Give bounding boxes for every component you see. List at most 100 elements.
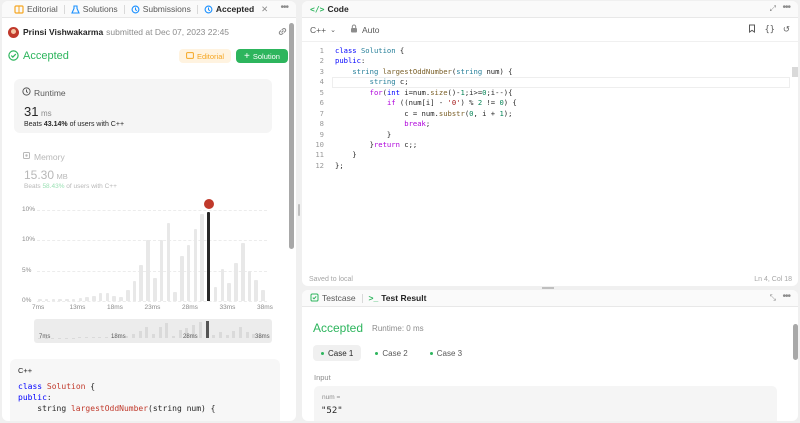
code-line[interactable]: 9 } [302,130,798,140]
chart-bar[interactable] [153,278,157,301]
username[interactable]: Prinsi Vishwakarma [23,27,103,37]
chart-bar[interactable] [213,287,218,301]
chart-bar[interactable] [220,269,225,301]
editorial-button[interactable]: Editorial [179,49,231,63]
code-text: class Solution { [335,46,405,55]
chart-bar[interactable] [173,291,177,301]
chart-bar[interactable] [159,240,164,301]
chart-bar[interactable] [71,298,76,301]
code-text: string largestOddNumber(string num) { [352,66,513,76]
chart-bar[interactable] [180,255,184,301]
tab-submissions[interactable]: Submissions [125,1,197,17]
chart-bar[interactable] [227,282,231,301]
chart-bar[interactable] [51,299,56,301]
chart-bar[interactable] [92,295,96,301]
case-tab-1[interactable]: Case 1 [313,345,362,361]
tab-code[interactable]: </> Code [308,1,355,17]
tab-label: Accepted [215,4,255,14]
tab-testcase[interactable]: Testcase [308,290,362,306]
chart-bar[interactable] [247,270,252,301]
code-line[interactable]: 12}; [302,161,798,171]
more-icon[interactable]: ••• [280,2,288,13]
chart-bar[interactable] [132,281,137,301]
chart-bar[interactable] [254,279,259,301]
memory-section[interactable]: Memory 15.30 MB Beats 58.43% of users wi… [14,146,272,191]
chart-bar[interactable] [78,297,83,301]
code-line[interactable]: 11 } [302,150,798,160]
more-icon[interactable]: ••• [782,2,790,13]
tab-accepted[interactable]: Accepted ✕ [198,1,274,17]
range-slider[interactable]: 7ms 18ms 28ms 38ms [34,319,272,343]
code-line[interactable]: 3 string largestOddNumber(string num) { [302,67,798,77]
chart-bar[interactable] [105,293,110,301]
line-number: 3 [319,66,324,76]
status-row: Accepted Editorial + Solution [8,48,288,64]
gridline [37,301,267,302]
line-number: 12 [315,160,324,170]
code-line[interactable]: 8 break; [302,119,798,129]
more-icon[interactable]: ••• [782,291,790,302]
code-line[interactable]: 6 if ((num[i] - '0') % 2 != 0) { [302,98,798,108]
history-icon [204,5,213,14]
chart-bar[interactable] [58,299,62,301]
case-tab-3[interactable]: Case 3 [422,345,470,361]
chart-bar[interactable] [119,297,123,301]
collapse-icon[interactable]: ⤡ [770,293,776,303]
chart-bar[interactable] [125,289,130,301]
language-select[interactable]: C++ ⌄ [310,25,336,35]
close-icon[interactable]: ✕ [261,4,268,15]
code-line[interactable]: 2 public: [302,56,798,66]
code-line[interactable]: 5 for(int i=num.size()-1;i>=0;i--){ [302,88,798,98]
code-panel: </> Code ⤢ ••• C++ ⌄ Auto {} ↺ 1 class Sol… [302,1,798,286]
line-number: 5 [319,87,324,97]
vertical-splitter[interactable] [297,190,301,230]
chart-bar[interactable] [139,265,144,301]
chart-bar[interactable] [85,297,89,301]
checkbox-icon [310,293,319,304]
code-line[interactable]: 10 }return c;; [302,140,798,150]
chart-bar[interactable] [234,263,238,301]
chart-bar[interactable] [65,298,69,301]
input-label: Input [314,373,331,382]
code-text: for(int i=num.size()-1;i>=0;i--){ [369,87,513,97]
tab-test-result[interactable]: >_ Test Result [363,290,433,306]
runtime-card[interactable]: Runtime 31 ms Beats 43.14% of users with… [14,79,272,133]
tab-solutions[interactable]: Solutions [65,1,124,17]
reset-icon[interactable]: ↺ [783,24,790,35]
braces-icon[interactable]: {} [765,25,775,35]
current-line-highlight [332,77,790,88]
bookmark-icon[interactable] [748,24,756,35]
chart-bar[interactable] [112,295,116,301]
input-box[interactable]: num = "52" [314,386,777,421]
code-text: }return c;; [335,139,418,149]
scrollbar[interactable] [289,23,294,249]
chart-bar[interactable] [98,293,103,301]
case-tab-2[interactable]: Case 2 [367,345,415,361]
editor-scrollbar[interactable] [792,67,798,77]
line-number: 9 [319,129,324,139]
chart-bar[interactable] [186,244,191,301]
chart-bar[interactable] [166,222,171,301]
code-editor[interactable]: 1 class Solution {2 public: 3 string larges… [302,44,798,270]
code-line[interactable]: 7 c = num.substr(0, i + 1); [302,109,798,119]
preview-line: class Solution { [18,382,96,391]
chart-bar[interactable] [200,213,204,301]
expand-icon[interactable]: ⤢ [770,4,776,14]
link-icon[interactable] [277,26,288,39]
avatar[interactable] [8,26,19,38]
chart-bar[interactable] [146,240,150,301]
chart-bar[interactable] [193,228,198,301]
code-line[interactable]: 1 class Solution { [302,46,798,56]
avatar[interactable] [202,197,215,210]
tab-label: Testcase [322,293,356,303]
result-scrollbar[interactable] [793,324,798,360]
x-tick-label: 28ms [182,304,198,311]
chart-bar[interactable] [261,289,265,301]
tab-editorial[interactable]: Editorial [8,1,64,17]
chart-bar-highlight[interactable] [207,211,211,301]
chart-bar[interactable] [38,299,42,301]
chart-bar[interactable] [44,299,49,301]
solution-button[interactable]: + Solution [236,49,288,63]
clock-icon [22,87,31,98]
chart-bar[interactable] [240,243,245,301]
